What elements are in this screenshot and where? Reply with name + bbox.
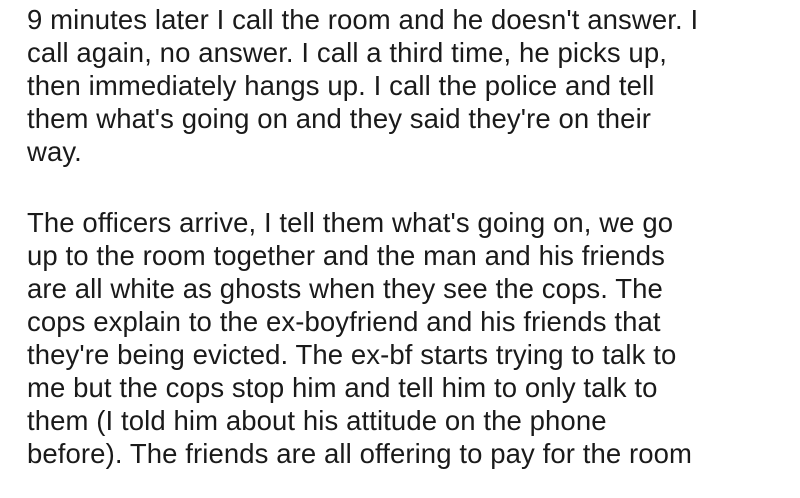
- text-line: call again, no answer. I call a third ti…: [27, 37, 667, 68]
- text-line: cops explain to the ex-boyfriend and his…: [27, 306, 661, 337]
- text-line: they're being evicted. The ex-bf starts …: [27, 339, 677, 370]
- text-line: them what's going on and they said they'…: [27, 103, 652, 134]
- text-line: then immediately hangs up. I call the po…: [27, 70, 655, 101]
- text-line: 9 minutes later I call the room and he d…: [27, 4, 699, 35]
- text-line: The officers arrive, I tell them what's …: [27, 207, 674, 238]
- text-line: up to the room together and the man and …: [27, 240, 666, 271]
- text-line: me but the cops stop him and tell him to…: [27, 372, 658, 403]
- text-line: are all white as ghosts when they see th…: [27, 273, 663, 304]
- text-line: before). The friends are all offering to…: [27, 438, 693, 469]
- paragraph-1: 9 minutes later I call the room and he d…: [27, 3, 793, 168]
- paragraph-2: The officers arrive, I tell them what's …: [27, 206, 793, 470]
- text-line: them (I told him about his attitude on t…: [27, 405, 607, 436]
- text-line: way.: [27, 136, 82, 167]
- post-text-body: 9 minutes later I call the room and he d…: [27, 3, 793, 470]
